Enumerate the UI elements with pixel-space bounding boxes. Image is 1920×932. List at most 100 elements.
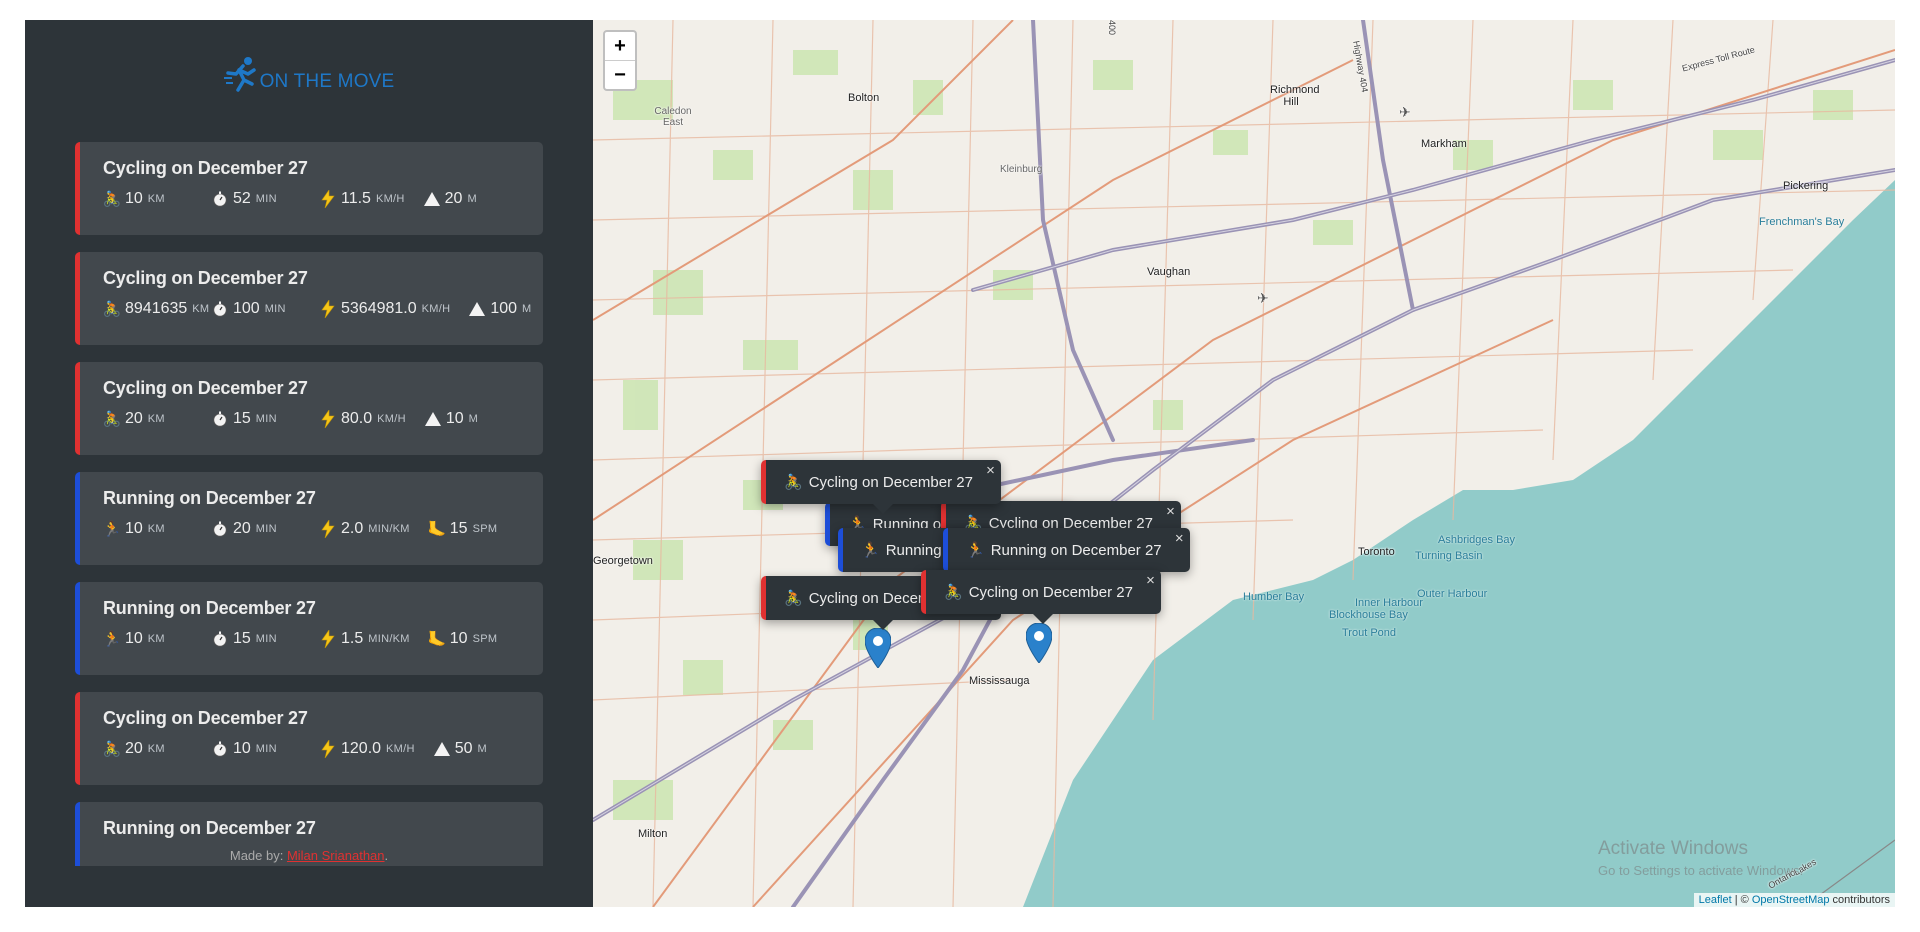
cycling-icon: 🚴 (784, 474, 803, 491)
distance-detail: 🏃 10 km (103, 520, 211, 538)
close-icon[interactable]: × (1146, 572, 1155, 589)
stopwatch-icon (211, 520, 229, 538)
place-label: Humber Bay (1243, 591, 1305, 603)
zoom-in-button[interactable]: + (605, 32, 635, 60)
place-label: Georgetown (593, 555, 653, 567)
speed-detail: 1.5 min/km (319, 630, 410, 648)
close-icon[interactable]: × (1166, 503, 1175, 520)
distance-detail: 🚴 8941635 km (103, 300, 211, 318)
elevation-detail: 10 m (424, 410, 478, 428)
author-link[interactable]: Milan Srianathan (287, 848, 385, 863)
distance-detail: 🏃 10 km (103, 630, 211, 648)
workout-details: 🚴 10 km 52 min 11.5 km/h 20 m (103, 190, 543, 208)
footprint-icon: 🦶 (427, 631, 447, 648)
workout-title: Cycling on December 27 (103, 708, 308, 728)
duration-detail: 15 min (211, 630, 319, 648)
popup-label: Cycling on December 27 (808, 473, 973, 491)
osm-link[interactable]: OpenStreetMap (1752, 894, 1830, 906)
map-marker-icon[interactable] (864, 627, 892, 673)
speed-value: 11.5 (341, 190, 371, 207)
attribution-separator: | © (1731, 894, 1752, 906)
watermark-line2: Go to Settings to activate Windows. (1598, 863, 1804, 878)
distance-value: 10 (125, 630, 143, 647)
workout-title: Running on December 27 (103, 598, 316, 618)
workout-title: Running on December 27 (103, 818, 316, 838)
popup-label: Cycling on December 27 (968, 583, 1133, 601)
speed-unit: km/h (377, 413, 406, 425)
lightning-icon (319, 190, 337, 208)
elevation-unit: m (477, 743, 488, 755)
workout-list[interactable]: Cycling on December 27 🚴 10 km 52 min 11.5 km/h… (75, 142, 543, 866)
place-label: Pickering (1783, 180, 1829, 192)
logo: ON THE MOVE (25, 56, 593, 99)
popup-label: Running on December 27 (990, 541, 1162, 559)
place-label: Mississauga (969, 675, 1030, 687)
elevation-unit: m (467, 193, 477, 205)
close-icon[interactable]: × (986, 462, 995, 479)
windows-watermark: Activate Windows Go to Settings to activ… (1598, 838, 1803, 878)
footer-credit: Made by: Milan Srianathan. (25, 848, 593, 863)
running-icon: 🏃 (102, 631, 122, 648)
elevation-detail: 20 m (423, 190, 477, 208)
speed-unit: km/h (421, 303, 451, 315)
map[interactable]: ✈ ✈ Bolton Caledon East Richmond Hill Ma… (593, 20, 1895, 907)
zoom-out-button[interactable]: − (605, 60, 635, 89)
place-label: Outer Harbour (1417, 588, 1488, 600)
place-label: Vaughan (1147, 266, 1191, 278)
distance-detail: 🚴 20 km (103, 740, 211, 758)
duration-detail: 10 min (211, 740, 319, 758)
map-attribution: Leaflet | © OpenStreetMap contributors (1693, 893, 1895, 907)
workout-card[interactable]: Cycling on December 27 🚴 10 km 52 min 11.5 km/h… (75, 142, 543, 235)
workout-title: Running on December 27 (103, 488, 316, 508)
elevation-unit: m (522, 303, 532, 315)
workout-popup[interactable]: 🏃 Running on December 27 × (943, 528, 1190, 582)
close-icon[interactable]: × (1175, 530, 1184, 547)
workout-card[interactable]: Cycling on December 27 🚴 20 km 10 min 120.0 km/… (75, 692, 543, 785)
cycling-icon: 🚴 (102, 191, 122, 208)
place-label: Milton (638, 828, 668, 840)
place-label: Toronto (1358, 546, 1395, 558)
cadence-unit: spm (472, 523, 498, 535)
speed-unit: min/km (368, 523, 410, 535)
speed-value: 80.0 (341, 410, 373, 427)
place-label: Kleinburg (1000, 164, 1043, 175)
duration-detail: 15 min (211, 410, 319, 428)
workout-details: 🚴 8941635 km 100 min 5364981.0 km/h 100 m (103, 300, 543, 318)
distance-detail: 🚴 10 km (103, 190, 211, 208)
duration-detail: 20 min (211, 520, 319, 538)
duration-value: 52 (233, 190, 251, 207)
duration-unit: min (255, 413, 277, 425)
elevation-value: 100 (490, 300, 518, 317)
workout-card[interactable]: Cycling on December 27 🚴 20 km 15 min 80.0 km/h… (75, 362, 543, 455)
distance-value: 8941635 (125, 300, 188, 317)
stopwatch-icon (211, 300, 229, 318)
leaflet-link[interactable]: Leaflet (1699, 894, 1732, 906)
duration-value: 100 (233, 300, 260, 317)
workout-card[interactable]: Cycling on December 27 🚴 8941635 km 100 min 53… (75, 252, 543, 345)
distance-value: 10 (125, 520, 143, 537)
elevation-value: 10 (445, 410, 464, 427)
lightning-icon (319, 630, 337, 648)
map-marker-icon[interactable] (1025, 622, 1053, 668)
mountain-icon (423, 190, 441, 208)
workout-card[interactable]: Running on December 27 🏃 10 km 20 min 2.0 min/k… (75, 472, 543, 565)
workout-title: Cycling on December 27 (103, 158, 308, 178)
cadence-unit: spm (472, 633, 498, 645)
popup-tip (1033, 614, 1054, 624)
speed-unit: min/km (368, 633, 410, 645)
place-label: Trout Pond (1342, 627, 1397, 639)
elevation-value: 50 (454, 740, 473, 757)
workout-popup[interactable]: 🚴 Cycling on December 27 × (761, 460, 1001, 514)
place-label: Inner Harbour (1355, 597, 1423, 609)
cycling-icon: 🚴 (784, 590, 803, 607)
distance-unit: km (147, 523, 165, 535)
footprint-icon: 🦶 (427, 521, 447, 538)
workout-title: Cycling on December 27 (103, 378, 308, 398)
workout-card[interactable]: Running on December 27 🏃 10 km 15 min 1.5 min/k… (75, 582, 543, 675)
distance-detail: 🚴 20 km (103, 410, 211, 428)
distance-value: 20 (125, 410, 143, 427)
lightning-icon (319, 300, 337, 318)
duration-value: 10 (233, 740, 251, 757)
cadence-detail: 🦶 15 spm (427, 520, 498, 538)
workout-popup[interactable]: 🚴 Cycling on December 27 × (921, 570, 1161, 624)
